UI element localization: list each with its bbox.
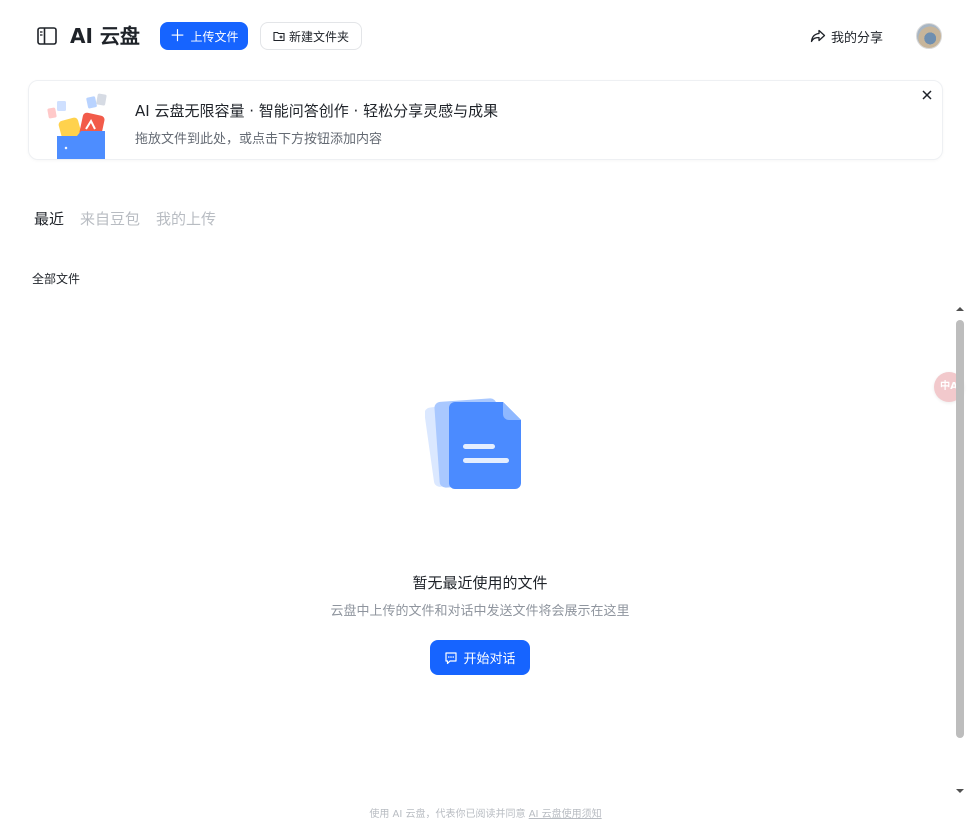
banner-title: AI 云盘无限容量 · 智能问答创作 · 轻松分享灵感与成果: [135, 102, 499, 120]
top-bar: AI 云盘 ＋ 上传文件 新建文件夹 我的分享: [0, 0, 971, 72]
new-folder-label: 新建文件夹: [288, 29, 349, 44]
promo-banner: AI 云盘无限容量 · 智能问答创作 · 轻松分享灵感与成果 拖放文件到此处，或…: [28, 80, 943, 160]
plus-icon: ＋: [169, 26, 186, 45]
close-icon[interactable]: [920, 88, 934, 102]
banner-subtitle: 拖放文件到此处，或点击下方按钮添加内容: [135, 132, 383, 147]
sidebar-toggle-icon[interactable]: [36, 25, 58, 47]
avatar[interactable]: [916, 23, 942, 49]
scroll-up-arrow-icon[interactable]: [954, 304, 966, 314]
upload-file-button[interactable]: ＋ 上传文件: [160, 22, 248, 50]
scrollbar-thumb[interactable]: [956, 320, 964, 738]
empty-state-title: 暂无最近使用的文件: [412, 574, 548, 592]
tab-recent[interactable]: 最近: [34, 208, 64, 229]
tab-from-doubao[interactable]: 来自豆包: [80, 208, 140, 229]
footer: 使用 AI 云盘，代表你已阅读并同意 AI 云盘使用须知: [0, 805, 971, 820]
file-tabs: 最近 来自豆包 我的上传: [34, 208, 216, 229]
footer-text: 使用 AI 云盘，代表你已阅读并同意: [369, 809, 526, 820]
all-files-label: 全部文件: [32, 272, 81, 286]
empty-state-subtitle: 云盘中上传的文件和对话中发送文件将会展示在这里: [330, 604, 630, 619]
start-chat-label: 开始对话: [463, 652, 516, 667]
document-icon: [425, 398, 521, 489]
tab-my-uploads[interactable]: 我的上传: [156, 208, 216, 229]
my-share-label: 我的分享: [831, 30, 884, 46]
start-chat-button[interactable]: 开始对话: [430, 640, 530, 675]
terms-link[interactable]: AI 云盘使用须知: [529, 809, 602, 820]
new-folder-button[interactable]: 新建文件夹: [260, 22, 362, 50]
scrollbar[interactable]: [954, 304, 966, 796]
my-share-link[interactable]: 我的分享: [810, 26, 883, 46]
app-title: AI 云盘: [70, 24, 140, 48]
share-icon: [810, 29, 826, 43]
files-folder-illustration: [47, 93, 107, 159]
chat-icon: [445, 651, 458, 664]
folder-add-icon: [273, 31, 285, 42]
scroll-down-arrow-icon[interactable]: [954, 786, 966, 796]
upload-file-label: 上传文件: [190, 29, 239, 44]
